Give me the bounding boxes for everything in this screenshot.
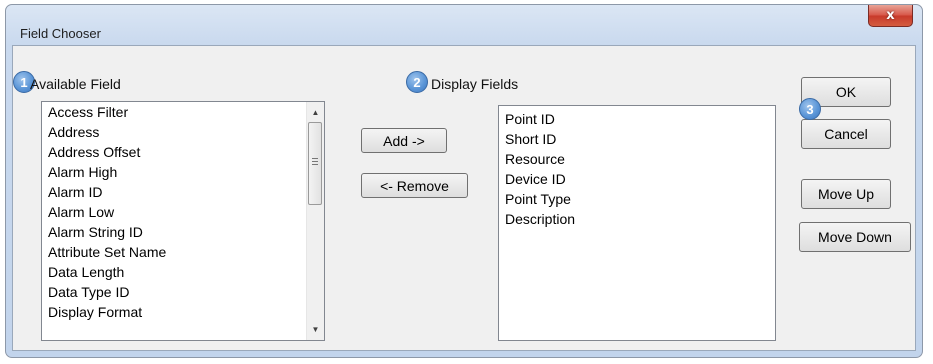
available-field-items: Access Filter Address Address Offset Alarm … [42, 102, 324, 322]
available-field-item[interactable]: Attribute Set Name [42, 242, 324, 262]
available-field-label: Available Field [30, 76, 121, 92]
add-button[interactable]: Add -> [361, 128, 447, 153]
scroll-up-arrow-icon[interactable]: ▲ [307, 104, 324, 121]
callout-badge-3: 3 [799, 98, 821, 120]
available-field-item[interactable]: Alarm ID [42, 182, 324, 202]
display-field-item[interactable]: Short ID [499, 129, 775, 149]
available-field-item[interactable]: Alarm High [42, 162, 324, 182]
window-title: Field Chooser [20, 26, 101, 41]
scroll-thumb[interactable] [308, 122, 322, 205]
available-field-listbox[interactable]: Access Filter Address Address Offset Alarm … [41, 101, 325, 341]
available-field-item[interactable]: Access Filter [42, 102, 324, 122]
field-chooser-dialog: Field Chooser x 1 Available Field Access… [5, 4, 923, 358]
scroll-down-arrow-icon[interactable]: ▼ [307, 321, 324, 338]
available-field-item[interactable]: Data Length [42, 262, 324, 282]
available-field-item[interactable]: Address Offset [42, 142, 324, 162]
move-up-button[interactable]: Move Up [801, 179, 891, 209]
remove-button[interactable]: <- Remove [361, 173, 468, 198]
display-field-item[interactable]: Device ID [499, 169, 775, 189]
available-field-item[interactable]: Alarm Low [42, 202, 324, 222]
available-field-item[interactable]: Alarm String ID [42, 222, 324, 242]
callout-badge-2: 2 [406, 71, 428, 93]
available-field-item[interactable]: Address [42, 122, 324, 142]
display-field-item[interactable]: Point ID [499, 109, 775, 129]
dialog-body: 1 Available Field Access Filter Address Ad… [12, 45, 916, 351]
move-down-button[interactable]: Move Down [799, 222, 911, 252]
cancel-button[interactable]: Cancel [801, 119, 891, 149]
display-field-item[interactable]: Description [499, 209, 775, 229]
display-field-item[interactable]: Resource [499, 149, 775, 169]
available-field-item[interactable]: Data Type ID [42, 282, 324, 302]
display-field-items: Point ID Short ID Resource Device ID Point T… [499, 106, 775, 229]
close-button[interactable]: x [868, 5, 913, 27]
display-fields-listbox[interactable]: Point ID Short ID Resource Device ID Point T… [498, 105, 776, 341]
title-bar[interactable]: Field Chooser x [6, 5, 922, 45]
available-field-item[interactable]: Display Format [42, 302, 324, 322]
display-fields-label: Display Fields [431, 76, 519, 92]
available-scrollbar[interactable]: ▲ ▼ [306, 102, 324, 340]
display-field-item[interactable]: Point Type [499, 189, 775, 209]
close-icon: x [886, 8, 895, 23]
